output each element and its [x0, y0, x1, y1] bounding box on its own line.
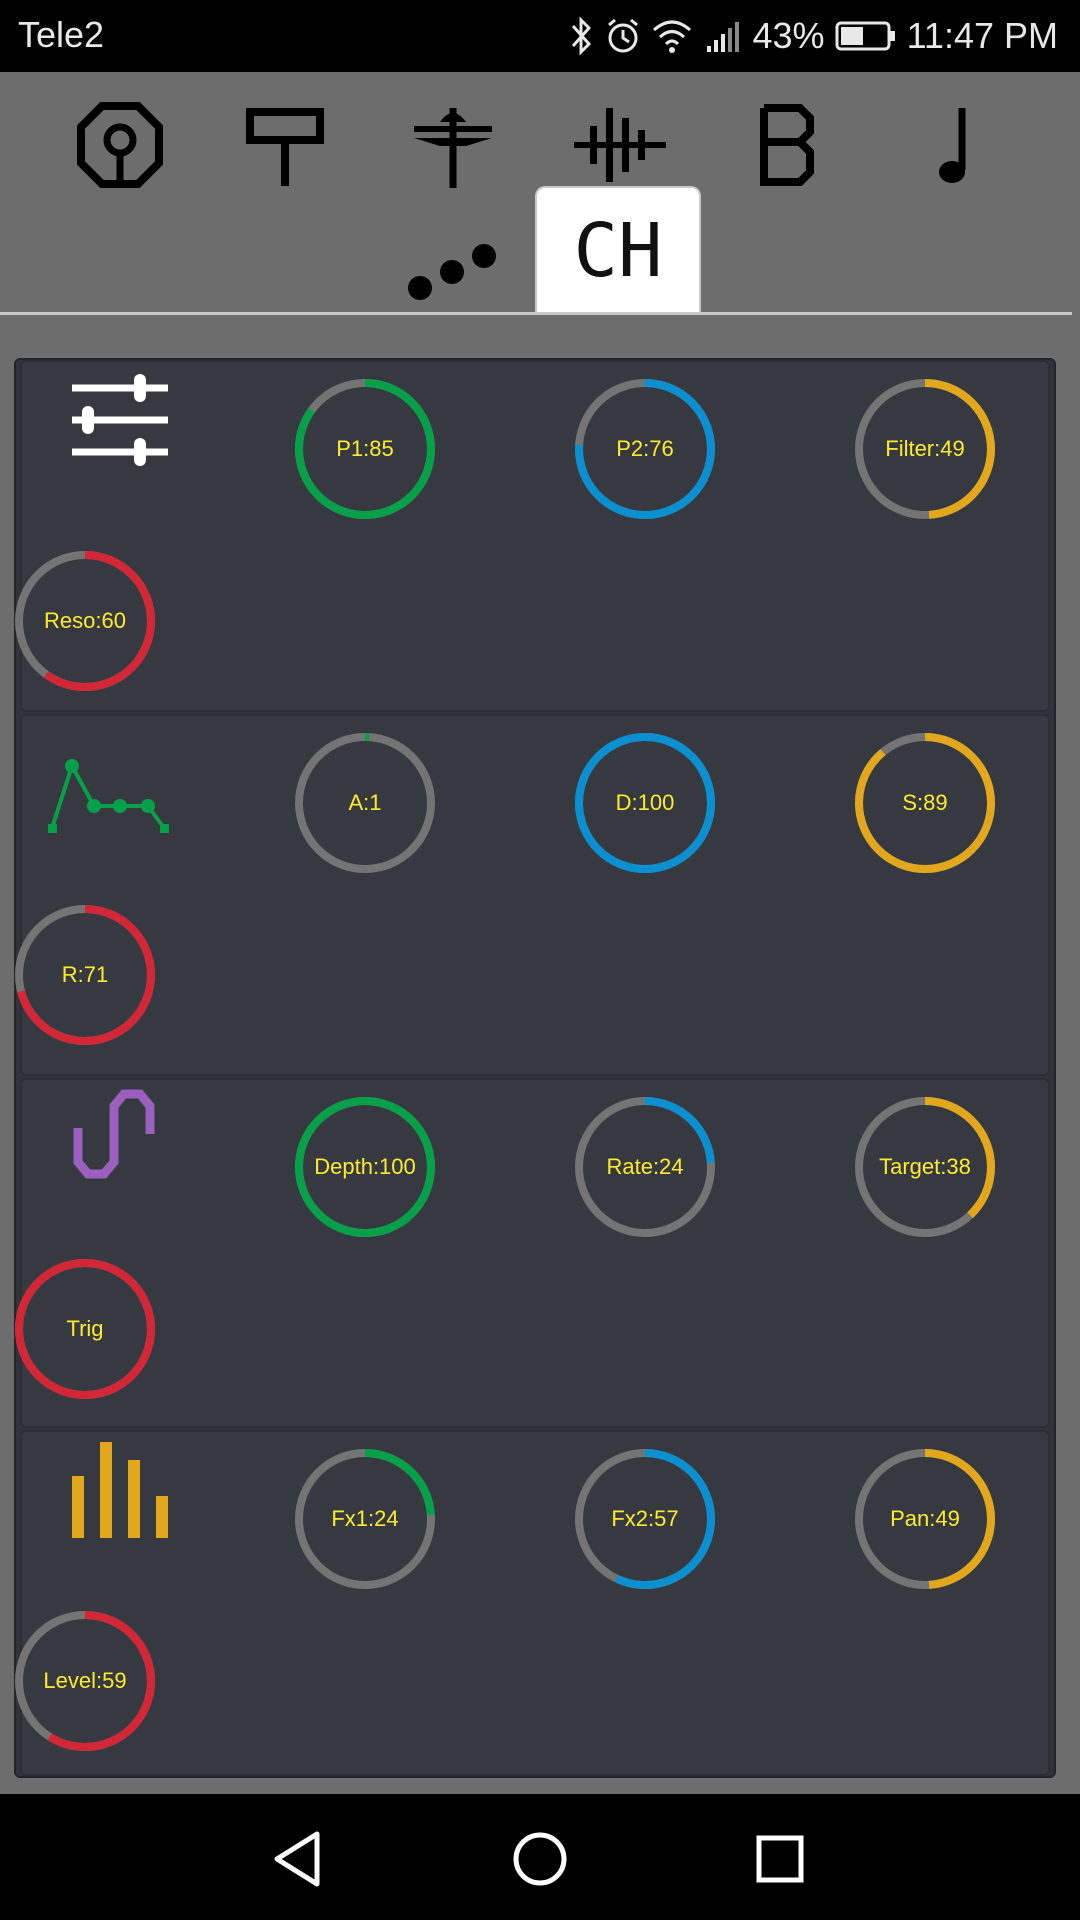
mixer-section: Fx1:24 Fx2:57 Pan:49 Level:59 [15, 1430, 1050, 1776]
bass-icon[interactable] [732, 90, 842, 200]
bottom-strip [0, 1790, 1080, 1792]
knob-envelope-2[interactable]: S:89 [852, 730, 998, 876]
knob-label: Fx1:24 [331, 1506, 399, 1531]
wifi-icon [651, 16, 693, 56]
tab-ch[interactable]: CH [535, 186, 701, 314]
knob-label: Target:38 [879, 1154, 971, 1179]
knob-label: Reso:60 [44, 608, 126, 633]
knob-mixer-0[interactable]: Fx1:24 [292, 1446, 438, 1592]
tab-divider [0, 312, 1072, 315]
knob-label: Pan:49 [890, 1506, 960, 1531]
bluetooth-icon [569, 16, 595, 56]
knob-label: Rate:24 [606, 1154, 684, 1179]
knob-label: Depth:100 [314, 1154, 416, 1179]
battery-percent: 43% [752, 15, 825, 56]
knob-lfo-3[interactable]: Trig [12, 1256, 158, 1402]
instrument-panel: P1:85 P2:76 Filter:49 Reso:60 A:1 D:100 S:89 R… [14, 358, 1056, 1778]
carrier-name: Tele2 [18, 14, 105, 55]
lfo-section: Depth:100 Rate:24 Target:38 Trig [15, 1078, 1050, 1428]
knob-label: R:71 [61, 962, 109, 987]
recents-icon[interactable] [745, 1824, 815, 1894]
knob-label: D:100 [615, 790, 675, 815]
sliders-icon [70, 370, 170, 475]
lfo-wave-icon [70, 1086, 170, 1187]
clock: 11:47 PM [906, 15, 1058, 56]
knob-label: P2:76 [616, 436, 674, 461]
knob-label: A:1 [348, 790, 382, 815]
clap-icon[interactable] [565, 90, 675, 200]
knob-lfo-1[interactable]: Rate:24 [572, 1094, 718, 1240]
knob-mixer-2[interactable]: Pan:49 [852, 1446, 998, 1592]
alarm-icon [605, 16, 641, 56]
knob-envelope-1[interactable]: D:100 [572, 730, 718, 876]
bass-drum-icon[interactable] [65, 90, 175, 200]
cymbal-icon[interactable] [398, 90, 508, 200]
back-icon[interactable] [265, 1824, 335, 1894]
more-dots-icon[interactable] [390, 216, 510, 306]
knob-envelope-3[interactable]: R:71 [12, 902, 158, 1048]
knob-label: S:89 [902, 790, 948, 815]
tab-bar: CH [0, 186, 1080, 314]
note-icon[interactable] [898, 90, 1008, 200]
home-icon[interactable] [505, 1824, 575, 1894]
knob-lfo-2[interactable]: Target:38 [852, 1094, 998, 1240]
system-nav-bar [0, 1794, 1080, 1920]
knob-label: Trig [66, 1316, 104, 1341]
knob-envelope-0[interactable]: A:1 [292, 730, 438, 876]
battery-icon [835, 19, 897, 53]
snare-drum-icon[interactable] [232, 90, 342, 200]
knob-filter-0[interactable]: P1:85 [292, 376, 438, 522]
level-bars-icon [70, 1438, 170, 1543]
knob-label: Fx2:57 [611, 1506, 679, 1531]
status-bar: Tele2 43% 11:47 PM [0, 0, 1080, 72]
knob-label: Filter:49 [885, 436, 965, 461]
knob-label: Level:59 [43, 1668, 127, 1693]
filter-section: P1:85 P2:76 Filter:49 Reso:60 [15, 360, 1050, 712]
knob-mixer-3[interactable]: Level:59 [12, 1608, 158, 1754]
envelope-section: A:1 D:100 S:89 R:71 [15, 714, 1050, 1076]
knob-lfo-0[interactable]: Depth:100 [292, 1094, 438, 1240]
knob-mixer-1[interactable]: Fx2:57 [572, 1446, 718, 1592]
envelope-icon [46, 744, 194, 839]
knob-label: P1:85 [336, 436, 394, 461]
knob-filter-2[interactable]: Filter:49 [852, 376, 998, 522]
knob-filter-1[interactable]: P2:76 [572, 376, 718, 522]
status-icons: 43% 11:47 PM [569, 10, 1058, 62]
knob-filter-3[interactable]: Reso:60 [12, 548, 158, 694]
signal-icon [703, 16, 743, 56]
